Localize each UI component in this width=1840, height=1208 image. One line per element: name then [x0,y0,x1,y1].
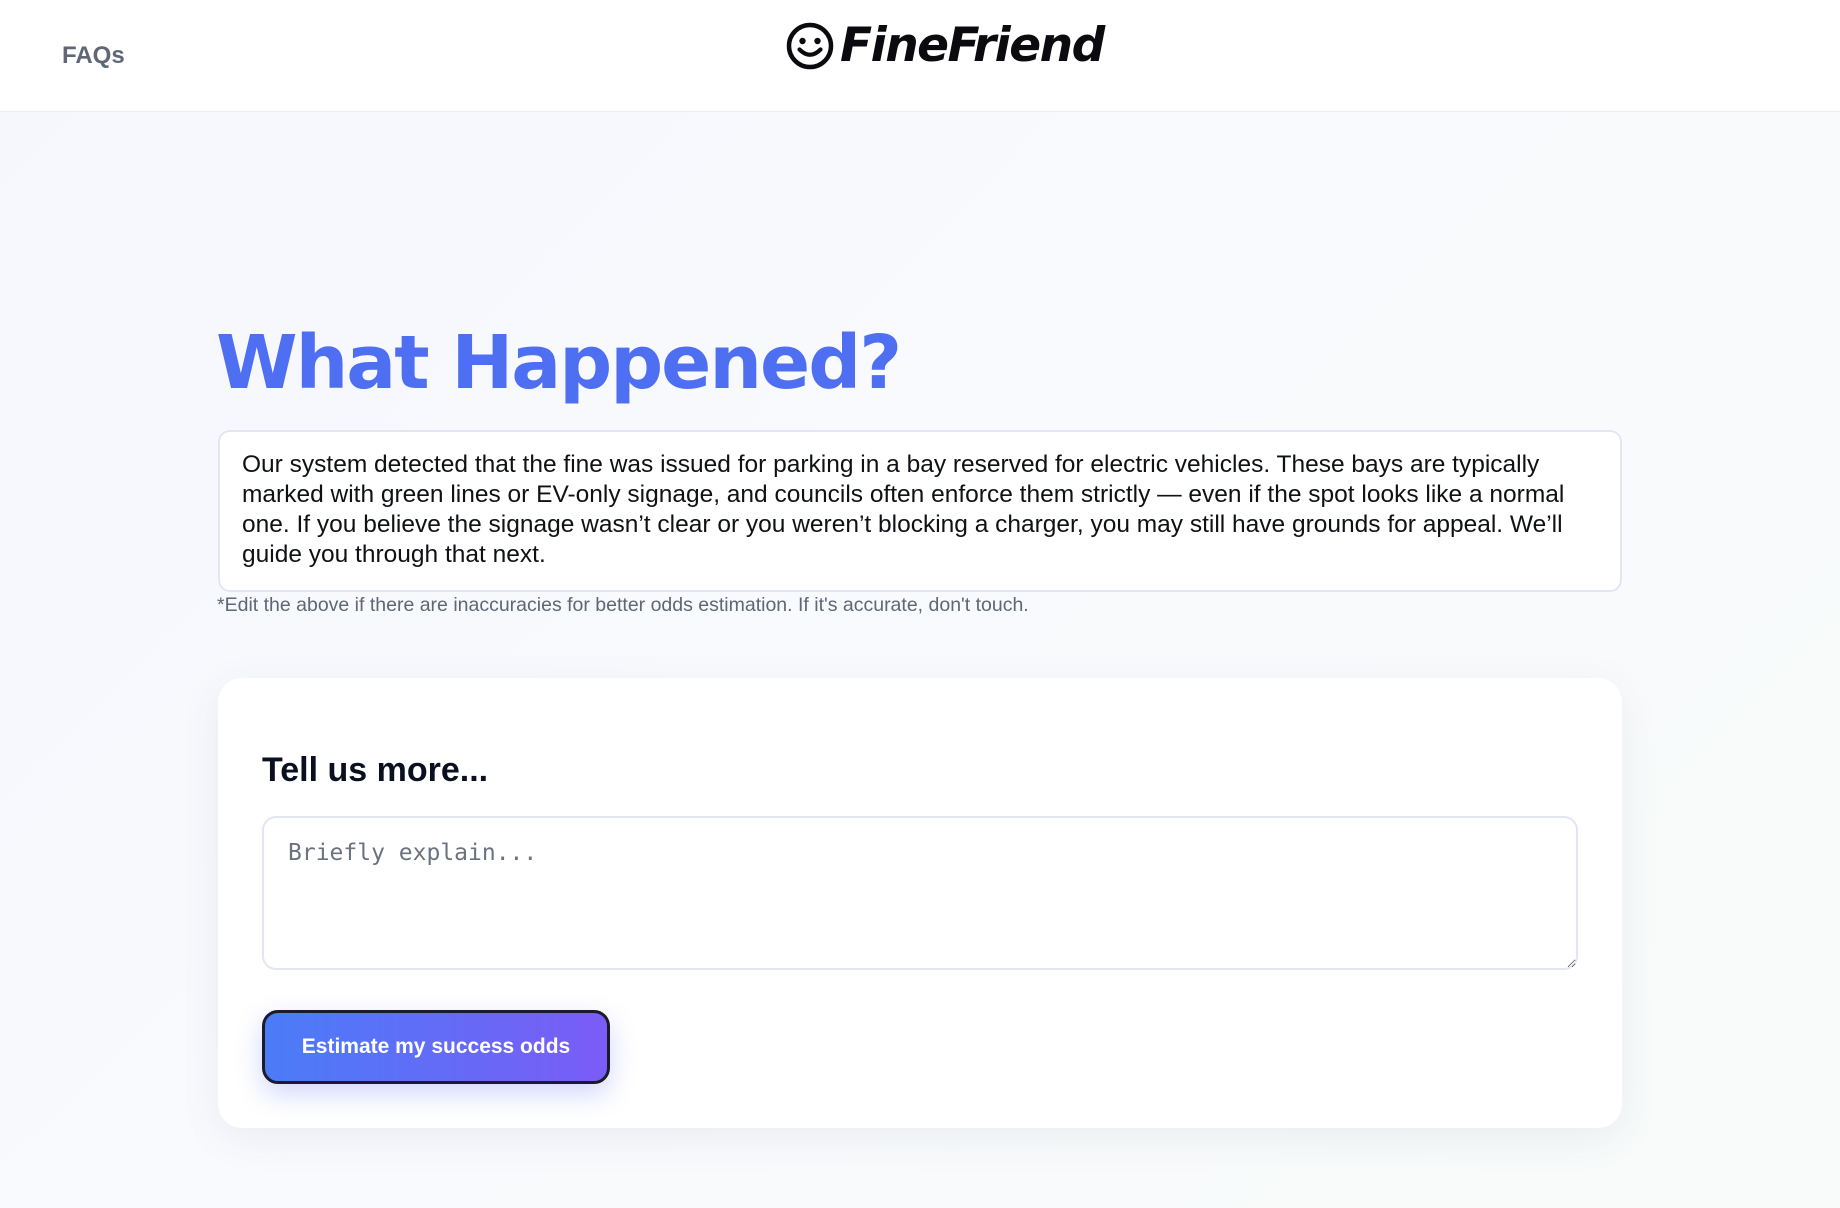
card-title: Tell us more... [262,751,489,789]
estimate-odds-button[interactable]: Estimate my success odds [262,1010,610,1084]
explain-textarea[interactable] [262,816,1578,970]
top-header: FAQs FineFriend [0,0,1840,112]
smiley-face-icon [786,22,834,70]
incident-summary-editable[interactable]: Our system detected that the fine was is… [218,430,1622,592]
edit-note: *Edit the above if there are inaccuracie… [217,594,1029,616]
page-title: What Happened? [216,320,902,406]
brand-name: FineFriend [840,18,1105,73]
faqs-link[interactable]: FAQs [62,42,125,70]
tell-us-more-card: Tell us more... Estimate my success odds [218,678,1622,1128]
brand-logo[interactable]: FineFriend [786,18,1105,73]
